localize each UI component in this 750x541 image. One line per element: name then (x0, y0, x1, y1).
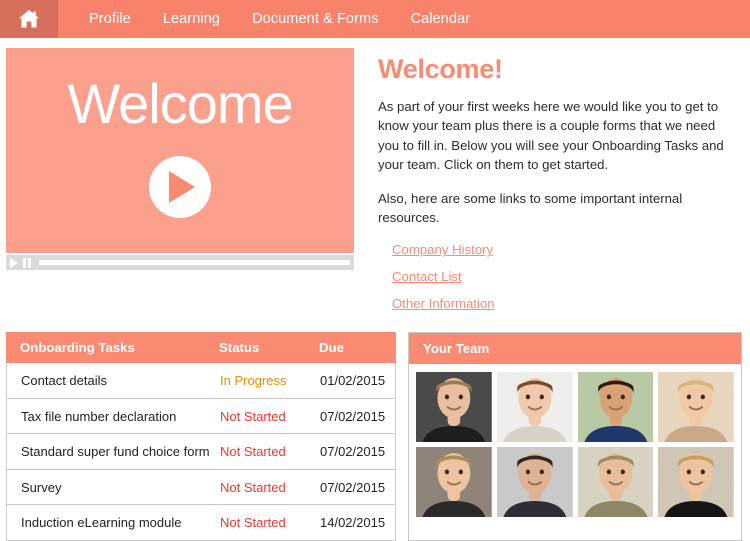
table-row[interactable]: Contact details In Progress 01/02/2015 (6, 363, 396, 399)
play-icon[interactable] (10, 257, 18, 268)
nav-item-calendar[interactable]: Calendar (395, 11, 487, 27)
nav-item-learning[interactable]: Learning (147, 11, 236, 27)
table-row[interactable]: Survey Not Started 07/02/2015 (6, 469, 396, 506)
home-icon (18, 9, 40, 29)
avatar[interactable] (658, 372, 734, 443)
tasks-table-header: Onboarding Tasks Status Due (6, 332, 396, 364)
task-name: Contact details (21, 373, 107, 389)
welcome-text-column: Welcome! As part of your first weeks her… (360, 48, 750, 322)
status-badge: Not Started (220, 479, 286, 495)
team-photo-grid (409, 364, 741, 526)
your-team-panel: Your Team (408, 332, 742, 541)
task-name: Tax file number declaration (21, 408, 177, 424)
link-other-information[interactable]: Other Information (392, 296, 495, 311)
avatar[interactable] (577, 447, 654, 518)
status-badge: Not Started (220, 408, 286, 424)
nav-item-profile[interactable]: Profile (73, 11, 147, 27)
avatar[interactable] (658, 447, 734, 518)
top-navigation-bar: Profile Learning Document & Forms Calend… (0, 0, 750, 38)
welcome-video[interactable]: Welcome (6, 48, 354, 253)
link-row: Other Information (392, 295, 736, 313)
resource-links: Company History Contact List Other Infor… (378, 241, 736, 313)
upper-content: Welcome Welcome! As part of your first w… (0, 38, 750, 322)
lower-content: Onboarding Tasks Status Due Contact deta… (0, 322, 750, 541)
avatar[interactable] (496, 447, 573, 518)
avatar[interactable] (577, 372, 654, 443)
task-name: Survey (21, 479, 62, 495)
avatar[interactable] (496, 372, 573, 443)
task-name: Standard super fund choice form (21, 444, 210, 460)
column-header-due: Due (319, 340, 344, 356)
due-date: 07/02/2015 (320, 479, 386, 495)
status-badge: Not Started (220, 515, 286, 531)
status-badge: Not Started (220, 444, 286, 460)
link-company-history[interactable]: Company History (392, 242, 493, 257)
page-title: Welcome! (378, 54, 503, 84)
column-header-status: Status (219, 340, 260, 356)
welcome-paragraph: As part of your first weeks here we woul… (378, 99, 724, 173)
status-badge: In Progress (220, 373, 287, 389)
team-panel-title: Your Team (409, 333, 741, 365)
video-controls-bar (6, 255, 354, 270)
due-date: 01/02/2015 (320, 373, 386, 389)
video-title: Welcome (67, 72, 293, 135)
play-button[interactable] (149, 156, 211, 218)
avatar[interactable] (416, 447, 492, 518)
links-intro-text: Also, here are some links to some import… (378, 190, 683, 226)
column-header-task: Onboarding Tasks (20, 340, 135, 356)
video-player-column: Welcome (0, 48, 360, 322)
onboarding-tasks-panel: Onboarding Tasks Status Due Contact deta… (6, 332, 396, 541)
link-row: Contact List (392, 268, 736, 286)
table-row[interactable]: Tax file number declaration Not Started … (6, 398, 396, 435)
link-row: Company History (392, 241, 736, 259)
due-date: 07/02/2015 (320, 408, 386, 424)
due-date: 14/02/2015 (320, 515, 386, 531)
due-date: 07/02/2015 (320, 444, 386, 460)
pause-icon[interactable] (23, 257, 31, 268)
video-progress-bar[interactable] (39, 260, 350, 265)
avatar[interactable] (416, 372, 492, 443)
nav-item-document-and-forms[interactable]: Document & Forms (236, 11, 395, 27)
nav-items: Profile Learning Document & Forms Calend… (58, 0, 486, 38)
table-row[interactable]: Induction eLearning module Not Started 1… (6, 505, 396, 541)
link-contact-list[interactable]: Contact List (392, 269, 462, 284)
home-button[interactable] (0, 0, 58, 38)
table-row[interactable]: Standard super fund choice form Not Star… (6, 434, 396, 470)
play-icon (169, 171, 196, 203)
task-name: Induction eLearning module (21, 515, 182, 531)
